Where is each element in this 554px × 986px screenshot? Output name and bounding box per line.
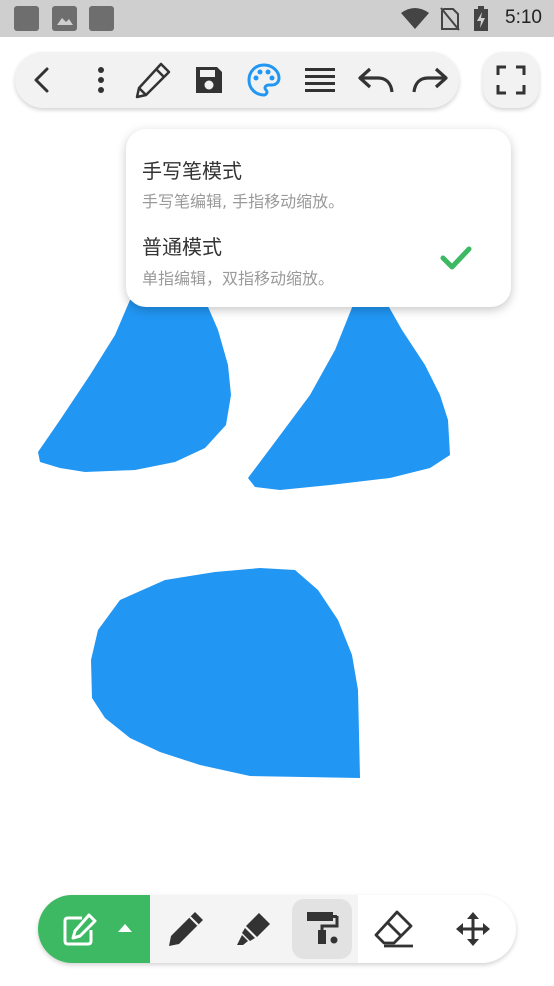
check-icon <box>440 246 472 270</box>
undo-icon <box>358 67 394 93</box>
eraser-icon <box>374 910 413 948</box>
pen-tool-button[interactable] <box>156 899 216 959</box>
more-button[interactable] <box>81 60 121 100</box>
fullscreen-button[interactable] <box>483 52 539 108</box>
mode-menu: 手写笔模式 手写笔编辑, 手指移动缩放。 普通模式 单指编辑，双指移动缩放。 <box>126 129 511 307</box>
marker-tool-button[interactable] <box>224 899 284 959</box>
eraser-tool-button[interactable] <box>364 899 424 959</box>
palette-icon <box>247 63 281 97</box>
menu-item-subtitle: 手写笔编辑, 手指移动缩放。 <box>142 192 345 211</box>
menu-item-subtitle: 单指编辑，双指移动缩放。 <box>142 269 335 288</box>
fullscreen-icon <box>496 65 526 95</box>
move-icon <box>456 912 490 946</box>
save-button[interactable] <box>189 60 229 100</box>
paint-roller-icon <box>307 912 339 944</box>
save-icon <box>196 67 222 93</box>
menu-lines-icon <box>305 68 335 92</box>
blue-shape-right <box>248 300 450 490</box>
pencil-icon <box>135 62 171 99</box>
arrow-up-icon <box>118 924 132 932</box>
marker-icon <box>237 913 270 945</box>
paint-roller-button[interactable] <box>292 899 352 959</box>
top-toolbar <box>15 52 459 108</box>
edit-mode-toggle[interactable] <box>38 895 150 963</box>
bottom-toolbar <box>38 895 516 963</box>
more-vertical-icon <box>98 67 104 93</box>
pen-icon <box>169 912 203 946</box>
edit-mode-icon <box>63 913 97 946</box>
screen: 5:10 手写笔模式 手写笔编辑, 手指移动缩放。 普通模式 单指编辑，双指移动… <box>0 0 554 986</box>
palette-button[interactable] <box>244 60 284 100</box>
redo-button[interactable] <box>410 60 450 100</box>
move-tool-button[interactable] <box>443 899 503 959</box>
redo-icon <box>412 67 448 93</box>
menu-item-title: 手写笔模式 <box>142 159 242 183</box>
blue-shape-bottom <box>91 568 360 778</box>
pencil-button[interactable] <box>133 60 173 100</box>
menu-item-title: 普通模式 <box>142 235 222 259</box>
layers-button[interactable] <box>300 60 340 100</box>
back-icon <box>34 67 49 93</box>
back-button[interactable] <box>23 60 63 100</box>
menu-item-stylus-mode[interactable]: 手写笔模式 手写笔编辑, 手指移动缩放。 <box>126 139 511 219</box>
undo-button[interactable] <box>356 60 396 100</box>
blue-shape-left <box>38 300 231 472</box>
